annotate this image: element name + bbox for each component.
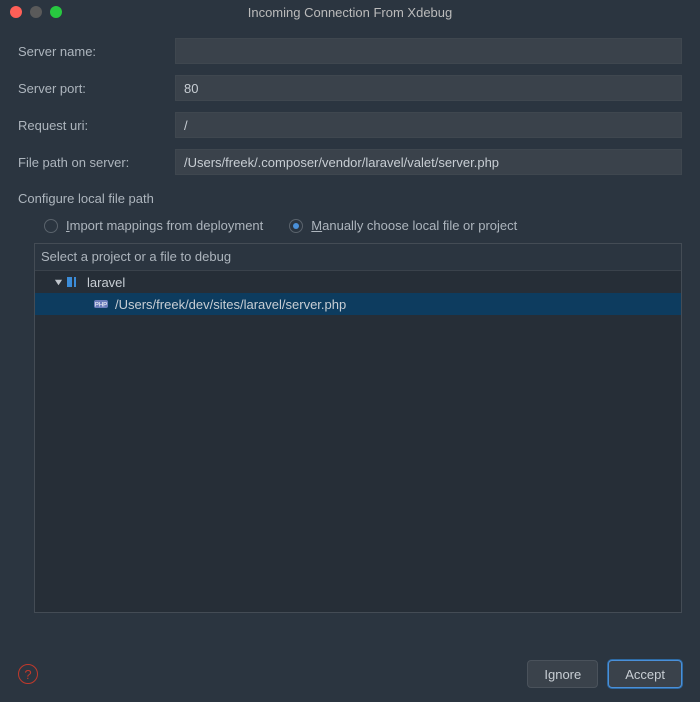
chevron-down-icon[interactable] [51, 278, 65, 287]
radio-group-mapping: Import mappings from deployment Manually… [44, 218, 682, 233]
help-icon: ? [24, 667, 31, 682]
dialog-footer: ? Ignore Accept [0, 660, 700, 688]
configure-label: Configure local file path [18, 191, 682, 206]
tree-item-label: /Users/freek/dev/sites/laravel/server.ph… [115, 297, 346, 312]
radio-manual-label: Manually choose local file or project [311, 218, 517, 233]
label-rest: anually choose local file or project [322, 218, 517, 233]
close-icon[interactable] [10, 6, 22, 18]
input-request-uri[interactable] [175, 112, 682, 138]
label-server-port: Server port: [18, 81, 175, 96]
row-file-path: File path on server: [18, 149, 682, 175]
row-server-port: Server port: [18, 75, 682, 101]
radio-dot-icon [289, 219, 303, 233]
mnemonic: M [311, 218, 322, 233]
radio-dot-icon [44, 219, 58, 233]
window-title: Incoming Connection From Xdebug [8, 5, 692, 20]
tree-panel: Select a project or a file to debug lara… [34, 243, 682, 613]
tree-row-file[interactable]: PHP /Users/freek/dev/sites/laravel/serve… [35, 293, 681, 315]
input-server-name[interactable] [175, 38, 682, 64]
label-file-path: File path on server: [18, 155, 175, 170]
window-controls [10, 6, 62, 18]
minimize-icon[interactable] [30, 6, 42, 18]
zoom-icon[interactable] [50, 6, 62, 18]
input-server-port[interactable] [175, 75, 682, 101]
label-server-name: Server name: [18, 44, 175, 59]
project-icon [65, 274, 81, 290]
label-request-uri: Request uri: [18, 118, 175, 133]
php-file-icon: PHP [93, 296, 109, 312]
radio-manual-choose[interactable]: Manually choose local file or project [289, 218, 517, 233]
label-rest: mport mappings from deployment [70, 218, 264, 233]
ignore-button[interactable]: Ignore [527, 660, 598, 688]
input-file-path[interactable] [175, 149, 682, 175]
tree-item-label: laravel [87, 275, 125, 290]
tree-body[interactable]: laravel PHP /Users/freek/dev/sites/larav… [35, 271, 681, 612]
row-server-name: Server name: [18, 38, 682, 64]
svg-text:PHP: PHP [95, 303, 107, 309]
tree-row-project[interactable]: laravel [35, 271, 681, 293]
help-button[interactable]: ? [18, 664, 38, 684]
tree-header: Select a project or a file to debug [35, 244, 681, 271]
dialog-content: Server name: Server port: Request uri: F… [0, 24, 700, 613]
radio-import-mappings[interactable]: Import mappings from deployment [44, 218, 263, 233]
row-request-uri: Request uri: [18, 112, 682, 138]
titlebar: Incoming Connection From Xdebug [0, 0, 700, 24]
accept-button[interactable]: Accept [608, 660, 682, 688]
radio-import-label: Import mappings from deployment [66, 218, 263, 233]
